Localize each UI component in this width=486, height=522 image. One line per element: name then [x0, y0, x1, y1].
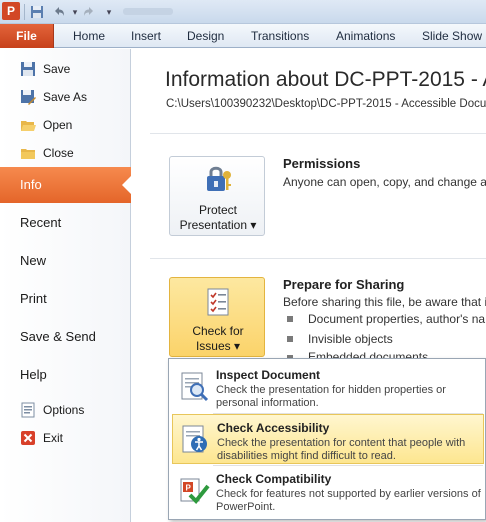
tab-design[interactable]: Design: [187, 24, 224, 48]
options-command[interactable]: Options: [0, 396, 131, 424]
redo-icon[interactable]: [80, 3, 98, 21]
permissions-heading: Permissions: [283, 156, 361, 171]
nav-save-send-label: Save & Send: [20, 329, 96, 344]
save-icon: [21, 62, 35, 76]
window-title: [123, 8, 173, 15]
protect-line1: Protect: [198, 203, 237, 217]
bullet: [287, 316, 293, 322]
nav-recent-label: Recent: [20, 215, 62, 230]
check-issues-line2: Issues ▾: [195, 339, 241, 353]
open-command[interactable]: Open: [0, 111, 131, 139]
nav-info-label: Info: [20, 177, 42, 192]
options-icon: [21, 402, 35, 418]
nav-save-send[interactable]: Save & Send: [0, 319, 131, 355]
lock-key-icon: [207, 166, 231, 191]
save-as-label: Save As: [43, 90, 88, 104]
nav-print-label: Print: [20, 291, 47, 306]
bullet: [287, 336, 293, 342]
tab-file[interactable]: File: [0, 24, 54, 48]
sharing-bullet: Invisible objects: [308, 332, 393, 346]
svg-text:P: P: [186, 484, 192, 493]
check-accessibility-icon: [182, 425, 207, 453]
sharing-bullet: Document properties, author's na: [308, 312, 486, 326]
nav-new-label: New: [20, 253, 47, 268]
tab-home[interactable]: Home: [73, 24, 105, 48]
sharing-text: Before sharing this file, be aware that …: [283, 295, 486, 309]
open-folder-icon: [21, 121, 36, 131]
divider: [150, 258, 486, 259]
divider: [150, 133, 486, 134]
exit-label: Exit: [43, 431, 64, 445]
open-label: Open: [43, 118, 73, 132]
nav-help-label: Help: [20, 367, 47, 382]
menu-item-title: Check Compatibility: [216, 472, 332, 486]
menu-item-check-compatibility[interactable]: P Check Compatibility Check for features…: [172, 466, 484, 516]
title-bar: P ▾ ▾: [0, 0, 486, 24]
save-as-icon: [21, 90, 36, 105]
options-label: Options: [43, 403, 85, 417]
nav-new[interactable]: New: [0, 243, 131, 279]
nav-help[interactable]: Help: [0, 357, 131, 393]
save-label: Save: [43, 62, 71, 76]
nav-print[interactable]: Print: [0, 281, 131, 317]
exit-icon: [21, 431, 35, 445]
powerpoint-icon[interactable]: P: [2, 2, 20, 20]
nav-recent[interactable]: Recent: [0, 205, 131, 241]
close-label: Close: [43, 146, 74, 160]
check-issues-line1: Check for: [192, 324, 244, 338]
close-folder-icon: [21, 149, 35, 159]
menu-item-check-accessibility[interactable]: Check Accessibility Check the presentati…: [172, 414, 484, 464]
save-command[interactable]: Save: [0, 55, 131, 83]
check-for-issues-button[interactable]: Check for Issues ▾: [169, 277, 265, 357]
page-title: Information about DC-PPT-2015 - A: [165, 68, 486, 91]
ribbon-tab-bar: File Home Insert Design Transitions Anim…: [0, 24, 486, 48]
menu-item-description: Check the presentation for hidden proper…: [216, 384, 446, 409]
menu-item-title: Inspect Document: [216, 368, 321, 382]
save-as-command[interactable]: Save As: [0, 83, 131, 111]
file-path: C:\Users\100390232\Desktop\DC-PPT-2015 -…: [166, 98, 486, 110]
chevron-down-icon[interactable]: ▾: [100, 3, 118, 21]
tab-transitions[interactable]: Transitions: [251, 24, 309, 48]
close-command[interactable]: Close: [0, 139, 131, 167]
nav-info[interactable]: Info: [0, 167, 131, 203]
check-compatibility-icon: P: [180, 478, 210, 504]
inspect-document-icon: [181, 372, 209, 402]
exit-command[interactable]: Exit: [0, 424, 131, 452]
check-issues-menu: Inspect Document Check the presentation …: [168, 358, 486, 520]
protect-line2: Presentation ▾: [179, 218, 257, 232]
tab-animations[interactable]: Animations: [336, 24, 395, 48]
menu-item-title: Check Accessibility: [217, 421, 330, 435]
divider: [24, 4, 25, 20]
tab-insert[interactable]: Insert: [131, 24, 161, 48]
sharing-heading: Prepare for Sharing: [283, 277, 405, 292]
protect-presentation-button[interactable]: Protect Presentation ▾: [169, 156, 265, 236]
menu-item-inspect-document[interactable]: Inspect Document Check the presentation …: [172, 362, 484, 412]
tab-slide-show[interactable]: Slide Show: [422, 24, 482, 48]
checklist-icon: [207, 288, 229, 316]
menu-item-description: Check the presentation for content that …: [217, 437, 466, 462]
menu-item-description: Check for features not supported by earl…: [216, 488, 481, 513]
save-icon[interactable]: [28, 3, 46, 21]
permissions-text: Anyone can open, copy, and change a: [283, 175, 486, 189]
